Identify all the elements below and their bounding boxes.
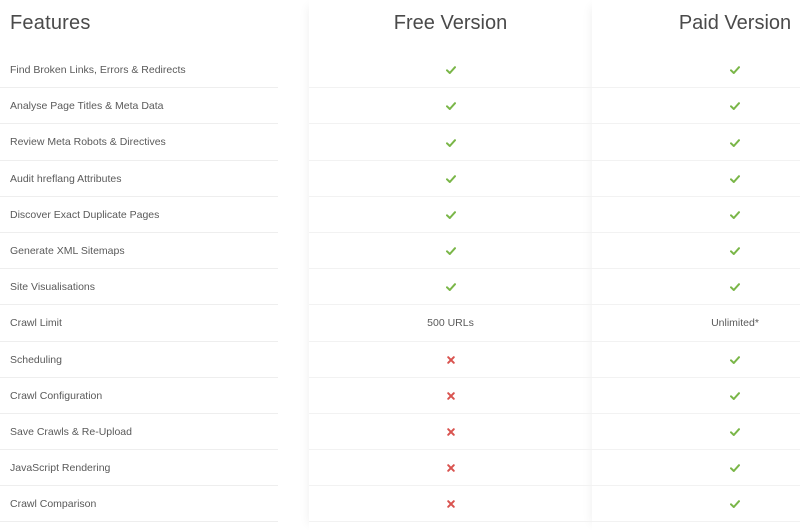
table-row: JavaScript Rendering	[0, 450, 800, 487]
feature-name: Discover Exact Duplicate Pages	[10, 208, 160, 221]
free-version-cell	[309, 378, 592, 414]
table-row: Find Broken Links, Errors & Redirects	[0, 52, 800, 89]
free-version-cell	[309, 269, 592, 305]
table-row: Crawl Comparison	[0, 486, 800, 523]
paid-version-cell	[592, 378, 800, 414]
paid-version-heading: Paid Version	[678, 12, 792, 34]
free-version-heading: Free Version	[393, 12, 508, 34]
check-icon	[445, 283, 456, 292]
check-icon	[445, 66, 456, 75]
table-row: Audit hreflang Attributes	[0, 161, 800, 197]
cross-icon	[446, 392, 455, 400]
check-icon	[445, 138, 456, 147]
table-row: Analyse Page Titles & Meta Data	[0, 88, 800, 125]
check-icon	[445, 211, 456, 219]
paid-version-cell	[592, 450, 800, 486]
feature-name: Crawl Configuration	[10, 389, 103, 402]
feature-name: Crawl Comparison	[10, 498, 97, 511]
check-icon	[445, 247, 456, 256]
paid-version-cell	[592, 269, 800, 305]
feature-name: Audit hreflang Attributes	[10, 172, 122, 185]
free-version-cell	[309, 342, 592, 378]
free-version-cell	[309, 88, 592, 124]
cross-icon	[446, 355, 455, 364]
check-icon	[445, 102, 456, 111]
check-icon	[730, 211, 740, 219]
paid-version-cell: Unlimited*	[592, 305, 800, 341]
table-row: Crawl Configuration	[0, 378, 800, 414]
row-divider	[309, 521, 592, 523]
row-divider	[592, 521, 800, 523]
paid-version-cell	[592, 52, 800, 88]
cross-icon	[446, 500, 455, 509]
cross-icon	[446, 428, 455, 436]
feature-name: Find Broken Links, Errors & Redirects	[10, 64, 186, 76]
features-heading: Features	[10, 12, 91, 34]
check-icon	[445, 174, 456, 183]
free-version-cell: 500 URLs	[309, 305, 592, 341]
check-icon	[730, 392, 740, 400]
free-version-cell	[309, 197, 592, 233]
free-version-value: 500 URLs	[427, 317, 474, 330]
free-version-cell	[309, 486, 592, 522]
feature-name: Scheduling	[10, 353, 62, 366]
feature-name: Analyse Page Titles & Meta Data	[10, 100, 164, 113]
table-body: Find Broken Links, Errors & Redirects Ana…	[0, 52, 800, 523]
check-icon	[730, 500, 740, 509]
table-row: Site Visualisations	[0, 269, 800, 306]
check-icon	[730, 283, 740, 292]
check-icon	[730, 428, 740, 437]
check-icon	[730, 66, 740, 75]
table-row: Save Crawls & Re-Upload	[0, 414, 800, 451]
check-icon	[730, 174, 740, 183]
paid-version-value: Unlimited*	[711, 317, 759, 330]
feature-name: JavaScript Rendering	[10, 462, 111, 475]
feature-name: Generate XML Sitemaps	[10, 244, 125, 257]
table-row: Crawl Limit 500 URLs Unlimited*	[0, 305, 800, 342]
paid-version-cell	[592, 233, 800, 269]
table-row: Discover Exact Duplicate Pages	[0, 197, 800, 233]
paid-version-cell	[592, 161, 800, 197]
table-row: Scheduling	[0, 342, 800, 378]
paid-version-cell	[592, 414, 800, 450]
feature-name: Save Crawls & Re-Upload	[10, 425, 132, 438]
check-icon	[730, 102, 740, 111]
row-divider	[0, 521, 278, 523]
check-icon	[730, 138, 740, 147]
table-row: Review Meta Robots & Directives	[0, 124, 800, 161]
paid-version-cell	[592, 197, 800, 233]
paid-version-cell	[592, 124, 800, 160]
free-version-cell	[309, 161, 592, 197]
check-icon	[730, 355, 740, 364]
cross-icon	[446, 464, 455, 473]
free-version-cell	[309, 52, 592, 88]
feature-name: Crawl Limit	[10, 317, 62, 330]
free-version-cell	[309, 414, 592, 450]
feature-name: Site Visualisations	[10, 281, 96, 294]
check-icon	[730, 464, 740, 473]
feature-comparison-table: Features Free Version Paid Version Find …	[0, 0, 800, 530]
table-row: Generate XML Sitemaps	[0, 233, 800, 270]
paid-version-cell	[592, 342, 800, 378]
free-version-cell	[309, 233, 592, 269]
free-version-cell	[309, 450, 592, 486]
feature-name: Review Meta Robots & Directives	[10, 136, 166, 149]
paid-version-cell	[592, 88, 800, 124]
free-version-cell	[309, 124, 592, 160]
paid-version-cell	[592, 486, 800, 522]
check-icon	[730, 247, 740, 256]
table-header: Features Free Version Paid Version	[0, 0, 800, 52]
